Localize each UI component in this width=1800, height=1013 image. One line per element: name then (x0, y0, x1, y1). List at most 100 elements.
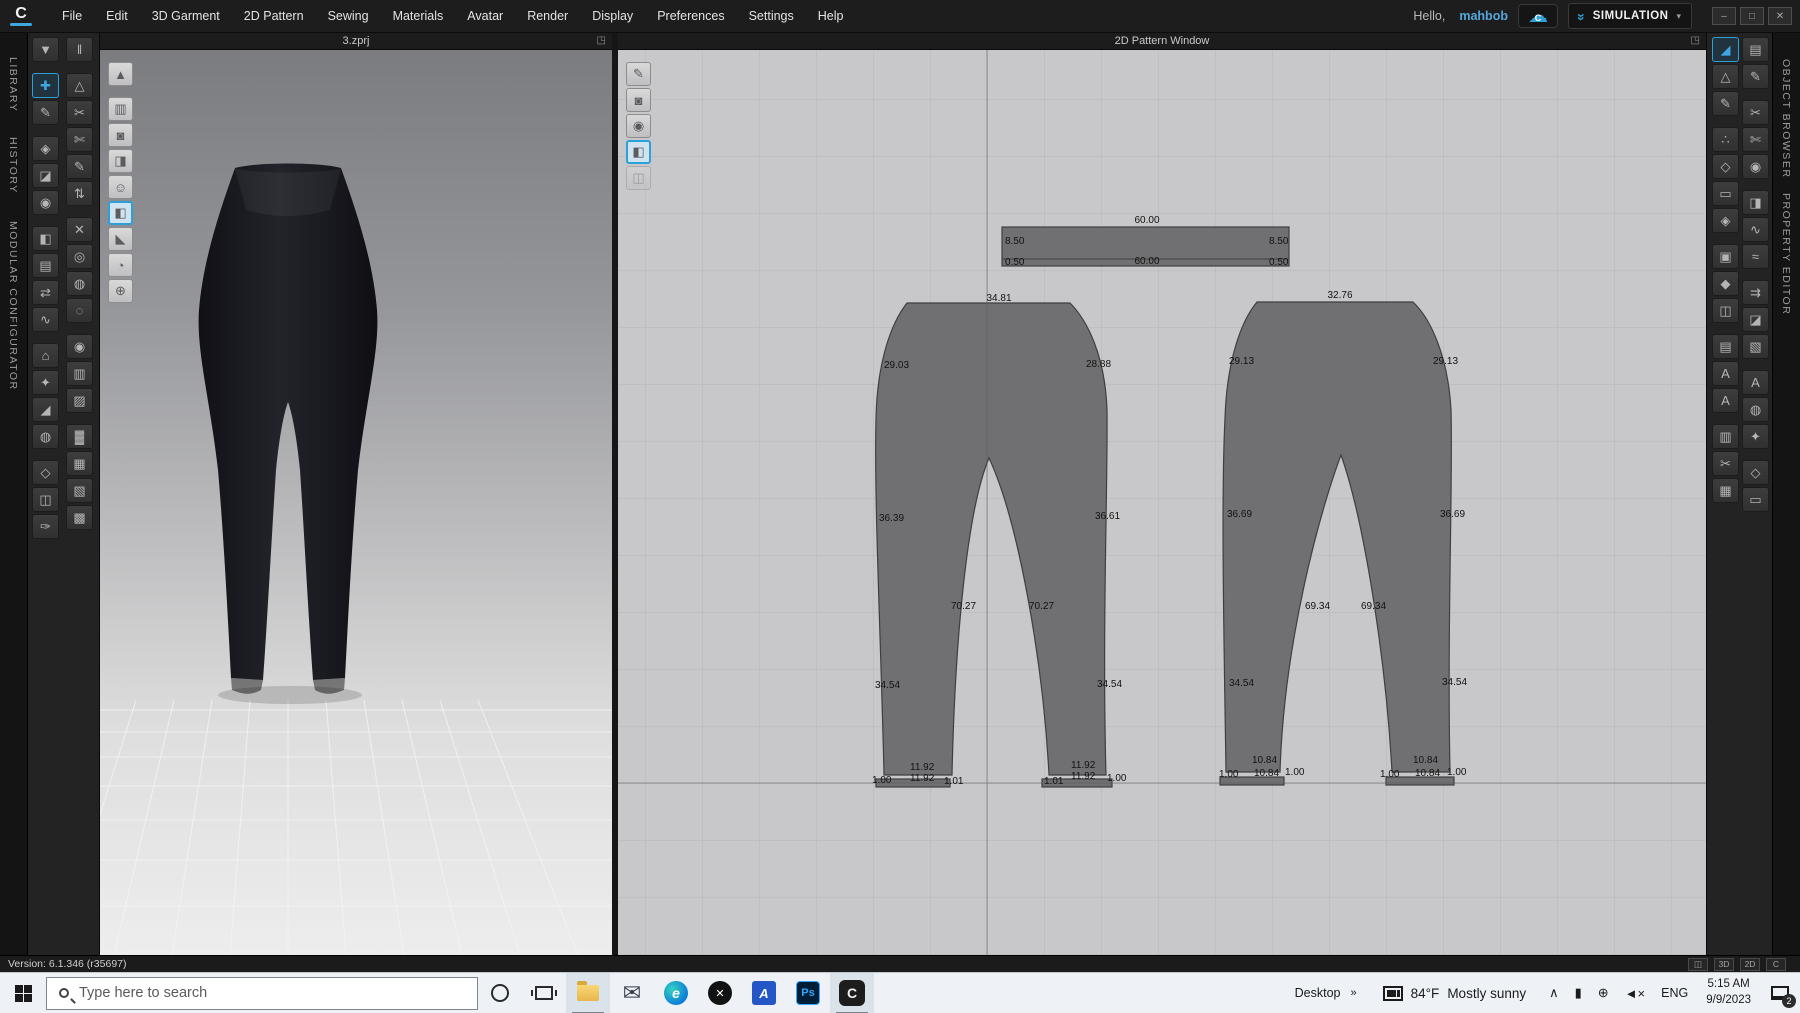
tool-pin-2d-button[interactable]: ◉ (1742, 154, 1769, 179)
tool-edit-pattern-button[interactable]: △ (1712, 64, 1739, 89)
tool-segment-sewing-button[interactable]: ✂ (66, 100, 93, 125)
taskbar-clo-button[interactable]: C (830, 973, 874, 1013)
view-2d-button[interactable]: 2D (1740, 958, 1760, 971)
view3d-render-style-button[interactable]: ▲ (108, 62, 133, 86)
tool-text-tool-button[interactable]: A (1712, 361, 1739, 386)
tool-edit-curve-point-button[interactable]: ✎ (1712, 91, 1739, 116)
menu-item[interactable]: Help (806, 1, 856, 31)
view3d-show-garment-button[interactable]: ◙ (108, 123, 133, 147)
tool-free-sew-2d-button[interactable]: ✄ (1742, 127, 1769, 152)
menu-item[interactable]: File (50, 1, 94, 31)
menu-item[interactable]: Materials (381, 1, 456, 31)
menu-item[interactable]: 2D Pattern (232, 1, 316, 31)
tool-select-mesh-button[interactable]: △ (66, 73, 93, 98)
tool-iron-button[interactable]: ◨ (1742, 190, 1769, 215)
tool-dart-2d-button[interactable]: ◇ (1742, 460, 1769, 485)
tool-fit-check-button[interactable]: ◇ (32, 460, 59, 485)
tool-binding-button[interactable]: ▦ (66, 451, 93, 476)
cloud-account-button[interactable]: ☁ C (1518, 4, 1558, 28)
tool-pin-tack-button[interactable]: ◉ (32, 190, 59, 215)
view2d-edit-topstitch-button[interactable]: ✎ (626, 62, 651, 86)
menu-item[interactable]: Edit (94, 1, 140, 31)
menu-item[interactable]: Render (515, 1, 580, 31)
tool-grainline-button[interactable]: ▥ (1712, 424, 1739, 449)
tool-scale-3d-button[interactable]: ◢ (32, 397, 59, 422)
taskbar-search-input[interactable]: Type here to search (46, 977, 478, 1010)
view3d-strain-map-button[interactable]: ▥ (108, 97, 133, 121)
tool-steam-brush-button[interactable]: ◍ (32, 424, 59, 449)
minimize-button[interactable]: – (1712, 7, 1736, 25)
clo-logo-icon[interactable]: C (6, 3, 36, 29)
tool-dart-button[interactable]: ◆ (1712, 271, 1739, 296)
tool-polygon-button[interactable]: ◇ (1712, 154, 1739, 179)
taskbar-mail-button[interactable]: ✉ (610, 973, 654, 1013)
popout-window-icon[interactable]: ◳ (1691, 35, 1700, 46)
desktop-toolbar-label[interactable]: Desktop (1285, 986, 1351, 1000)
tool-transform-pattern-button[interactable]: ◢ (1712, 37, 1739, 62)
tool-seam-allowance-button[interactable]: ▤ (1712, 334, 1739, 359)
tool-sewing-machine-2d-button[interactable]: ▤ (1742, 37, 1769, 62)
tool-edit-sewing-button[interactable]: ✎ (66, 154, 93, 179)
tool-text-2d-button[interactable]: A (1742, 370, 1769, 395)
view2d-show-base-pattern-button[interactable]: ◧ (626, 140, 651, 164)
tray-battery-icon[interactable]: ▮ (1568, 985, 1589, 1001)
view3d-environment-button[interactable]: ⊕ (108, 279, 133, 303)
split-view-button[interactable]: ◫ (1688, 958, 1708, 971)
username-link[interactable]: mahbob (1459, 9, 1508, 23)
tool-sewing-machine-3d-button[interactable]: ▤ (32, 253, 59, 278)
tool-button-2d-button[interactable]: ◍ (1742, 397, 1769, 422)
view2d-pattern-info-button[interactable]: ◉ (626, 114, 651, 138)
tool-attach-button-button[interactable]: ◉ (66, 334, 93, 359)
weather-widget[interactable]: 84°F Mostly sunny (1373, 986, 1536, 1001)
tool-pin-garment-button[interactable]: ◎ (66, 244, 93, 269)
tool-fabric-strip-button[interactable]: ▨ (66, 388, 93, 413)
tool-topstitch-line-button[interactable]: ≈ (1742, 244, 1769, 269)
toolbar-chevron-icon[interactable]: » (1351, 987, 1357, 999)
tool-arrangement-button[interactable]: ⌂ (32, 343, 59, 368)
tool-internal-polygon-button[interactable]: ◈ (1712, 208, 1739, 233)
tool-fabric-roll-button[interactable]: ▓ (66, 424, 93, 449)
action-center-button[interactable]: 2 (1760, 973, 1800, 1013)
tool-layer-clone-button[interactable]: ▦ (1712, 478, 1739, 503)
view3d-show-pattern-3d-button[interactable]: ◧ (108, 201, 133, 225)
close-button[interactable]: ✕ (1768, 7, 1792, 25)
taskbar-md-app-button[interactable]: A (742, 973, 786, 1013)
view3d-show-avatar-button[interactable]: ☺ (108, 175, 133, 199)
view2d-viewport[interactable]: 60.008.508.500.500.5060.0034.8129.0328.8… (618, 50, 1706, 955)
tool-add-point-button[interactable]: ∴ (1712, 127, 1739, 152)
tool-edit-sewing-2d-button[interactable]: ✎ (1742, 64, 1769, 89)
tray-network-icon[interactable]: ⊕ (1591, 985, 1616, 1001)
tool-solidify-button[interactable]: ▩ (66, 505, 93, 530)
tool-buttonhole-button[interactable]: ◌ (66, 298, 93, 323)
language-indicator[interactable]: ENG (1652, 986, 1697, 1000)
tool-internal-rectangle-button[interactable]: ▣ (1712, 244, 1739, 269)
tool-piping-button[interactable]: ▧ (66, 478, 93, 503)
menu-item[interactable]: Sewing (316, 1, 381, 31)
tool-select-move-button[interactable]: ✚ (32, 73, 59, 98)
tool-baseline-2d-button[interactable]: ▭ (1742, 487, 1769, 512)
tool-seam-taping-button[interactable]: ⇉ (1742, 280, 1769, 305)
tray-volume-muted-icon[interactable]: ◄× (1618, 986, 1652, 1001)
tool-rectangle-button[interactable]: ▭ (1712, 181, 1739, 206)
start-button[interactable] (0, 973, 46, 1013)
tool-segment-sew-2d-button[interactable]: ✂ (1742, 100, 1769, 125)
maximize-button[interactable]: □ (1740, 7, 1764, 25)
clo-home-button[interactable]: C (1766, 958, 1786, 971)
cortana-button[interactable] (478, 973, 522, 1013)
tool-measure-tape-button[interactable]: ∿ (32, 307, 59, 332)
tool-grade-3d-button[interactable]: ✦ (32, 370, 59, 395)
tool-fold-2d-button[interactable]: ◪ (1742, 307, 1769, 332)
tool-button-button[interactable]: ◍ (66, 271, 93, 296)
task-view-button[interactable] (522, 973, 566, 1013)
tool-style-line-button[interactable]: ✑ (32, 514, 59, 539)
taskbar-photoshop-button[interactable]: Ps (786, 973, 830, 1013)
taskbar-xbox-button[interactable]: ✕ (698, 973, 742, 1013)
view-3d-button[interactable]: 3D (1714, 958, 1734, 971)
view3d-mesh-pattern-button[interactable]: ◣ (108, 227, 133, 251)
taskbar-explorer-button[interactable] (566, 973, 610, 1013)
taskbar-edge-button[interactable]: e (654, 973, 698, 1013)
tool-zipper-button[interactable]: ▥ (66, 361, 93, 386)
tool-trace-button[interactable]: ◫ (1712, 298, 1739, 323)
view3d-textured-surface-button[interactable]: ◨ (108, 149, 133, 173)
tool-shirring-button[interactable]: ∿ (1742, 217, 1769, 242)
